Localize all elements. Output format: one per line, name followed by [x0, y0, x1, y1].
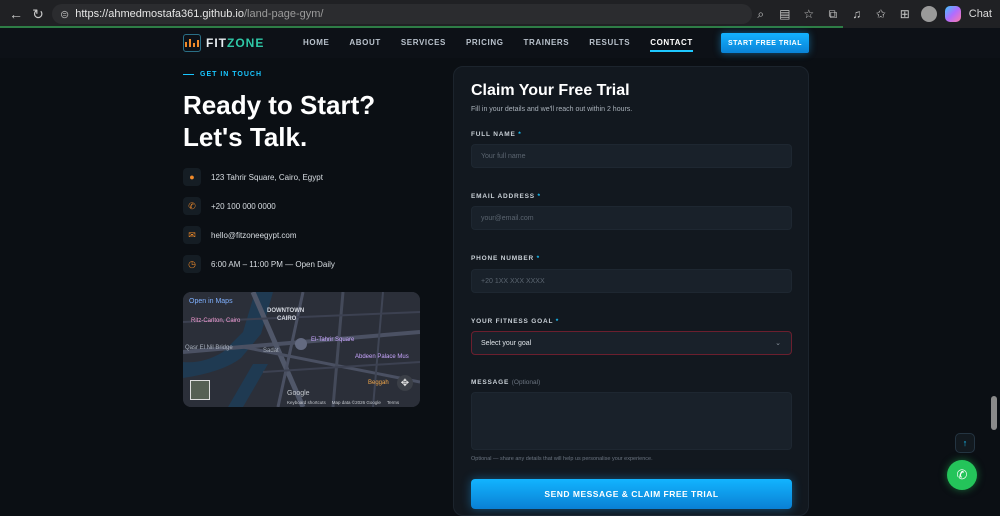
- fitness-goal-value: Select your goal: [481, 339, 532, 347]
- logo-text: FITZONE: [206, 36, 265, 50]
- map-layer-thumbnail[interactable]: [190, 380, 210, 400]
- phone-text[interactable]: +20 100 000 0000: [211, 202, 276, 211]
- headline-line-1: Ready to Start?: [183, 90, 376, 120]
- full-name-label: FULL NAME *: [471, 131, 522, 138]
- map-footer: Keyboard shortcuts Map data ©2026 Google…: [287, 400, 399, 405]
- back-icon[interactable]: ←: [4, 2, 28, 26]
- map-label-ritz: Ritz-Carlton, Cairo: [191, 318, 241, 324]
- google-logo: Google: [287, 390, 310, 397]
- terms-link[interactable]: Terms: [387, 400, 399, 405]
- scroll-to-top-button[interactable]: ↑: [955, 433, 975, 453]
- nav-about[interactable]: ABOUT: [349, 38, 380, 47]
- map-label-cairo: CAIRO: [277, 316, 297, 322]
- map-label-qasr: Qasr El Nil Bridge: [185, 345, 233, 351]
- contact-email: ✉ hello@fitzoneegypt.com: [183, 226, 297, 244]
- arrow-up-icon: ↑: [962, 438, 968, 448]
- message-help-text: Optional — share any details that will h…: [471, 456, 653, 462]
- submit-button[interactable]: SEND MESSAGE & CLAIM FREE TRIAL: [471, 479, 792, 509]
- eyebrow-line: [183, 74, 194, 75]
- page-scrollbar[interactable]: [991, 396, 997, 430]
- map-label-el-tahrir: El-Tahrir Square: [311, 337, 355, 343]
- reader-icon[interactable]: ▤: [777, 6, 793, 22]
- message-textarea[interactable]: [471, 392, 792, 450]
- clock-icon: ◷: [183, 255, 201, 273]
- address-text: 123 Tahrir Square, Cairo, Egypt: [211, 172, 323, 182]
- start-free-trial-button[interactable]: START FREE TRIAL: [721, 33, 809, 53]
- url-host: https://ahmedmostafa361.github.io: [75, 8, 244, 20]
- fitness-goal-label: YOUR FITNESS GOAL *: [471, 318, 560, 325]
- message-label: MESSAGE (Optional): [471, 379, 541, 386]
- extensions-icon[interactable]: ⧉: [825, 6, 841, 22]
- nav-trainers[interactable]: TRAINERS: [524, 38, 570, 47]
- logo-bars-icon: [183, 34, 201, 52]
- site-info-icon[interactable]: ⊜: [60, 8, 69, 21]
- email-input[interactable]: your@email.com: [471, 206, 792, 230]
- full-name-input[interactable]: Your full name: [471, 144, 792, 168]
- open-in-maps-link[interactable]: Open in Maps: [189, 298, 233, 305]
- email-text[interactable]: hello@fitzoneegypt.com: [211, 231, 297, 240]
- map-data-text: Map data ©2026 Google: [331, 400, 381, 405]
- whatsapp-button[interactable]: ✆: [947, 460, 977, 490]
- chevron-down-icon: ⌄: [775, 340, 781, 347]
- whatsapp-icon: ✆: [956, 467, 968, 482]
- nav-contact[interactable]: CONTACT: [650, 38, 693, 52]
- site-logo[interactable]: FITZONE: [183, 34, 264, 52]
- nav-services[interactable]: SERVICES: [401, 38, 446, 47]
- map-label-beggah: Beggah: [368, 380, 389, 386]
- phone-label: PHONE NUMBER *: [471, 255, 541, 262]
- headline-line-2: Let's Talk.: [183, 122, 308, 152]
- contact-hours: ◷ 6:00 AM – 11:00 PM — Open Daily: [183, 255, 335, 273]
- chat-button[interactable]: Chat: [969, 8, 992, 20]
- map-label-sadat: Sadat: [263, 348, 279, 354]
- profile-avatar[interactable]: [920, 6, 937, 22]
- main-nav: HOME ABOUT SERVICES PRICING TRAINERS RES…: [303, 38, 693, 52]
- favorite-star-icon[interactable]: ☆: [801, 6, 817, 22]
- contact-address: ● 123 Tahrir Square, Cairo, Egypt: [183, 168, 323, 186]
- address-bar[interactable]: ⊜ https://ahmedmostafa361.github.io/land…: [52, 4, 752, 24]
- eyebrow-text: GET IN TOUCH: [200, 71, 263, 78]
- browser-toolbar: ← ↻ ⊜ https://ahmedmostafa361.github.io /…: [0, 0, 1000, 28]
- zoom-icon[interactable]: ⌕: [753, 6, 769, 22]
- nav-results[interactable]: RESULTS: [589, 38, 630, 47]
- nav-pricing[interactable]: PRICING: [466, 38, 504, 47]
- mail-icon: ✉: [183, 226, 201, 244]
- media-icon[interactable]: ♫: [849, 6, 865, 22]
- hours-text: 6:00 AM – 11:00 PM — Open Daily: [211, 259, 335, 269]
- phone-input[interactable]: +20 1XX XXX XXXX: [471, 269, 792, 293]
- location-pin-icon: ●: [183, 168, 201, 186]
- phone-icon: ✆: [183, 197, 201, 215]
- favorites-icon[interactable]: ✩: [873, 6, 889, 22]
- keyboard-shortcuts-link[interactable]: Keyboard shortcuts: [287, 400, 326, 405]
- form-title: Claim Your Free Trial: [471, 82, 630, 99]
- form-subtitle: Fill in your details and we'll reach out…: [471, 106, 633, 113]
- collections-icon[interactable]: ⊞: [897, 6, 913, 22]
- google-map[interactable]: Open in Maps DOWNTOWN CAIRO Ritz-Carlton…: [183, 292, 420, 407]
- refresh-icon[interactable]: ↻: [26, 2, 50, 26]
- email-label: EMAIL ADDRESS *: [471, 193, 541, 200]
- map-label-abdeen: Abdeen Palace Mus: [355, 354, 409, 360]
- section-eyebrow: GET IN TOUCH: [183, 71, 262, 78]
- section-headline: Ready to Start? Let's Talk.: [183, 89, 375, 153]
- copilot-icon[interactable]: [944, 6, 961, 22]
- contact-phone: ✆ +20 100 000 0000: [183, 197, 276, 215]
- map-fullscreen-icon[interactable]: ✥: [397, 375, 413, 391]
- map-label-downtown: DOWNTOWN: [267, 308, 305, 314]
- fitness-goal-select[interactable]: Select your goal ⌄: [471, 331, 792, 355]
- nav-home[interactable]: HOME: [303, 38, 329, 47]
- url-path: /land-page-gym/: [244, 8, 324, 20]
